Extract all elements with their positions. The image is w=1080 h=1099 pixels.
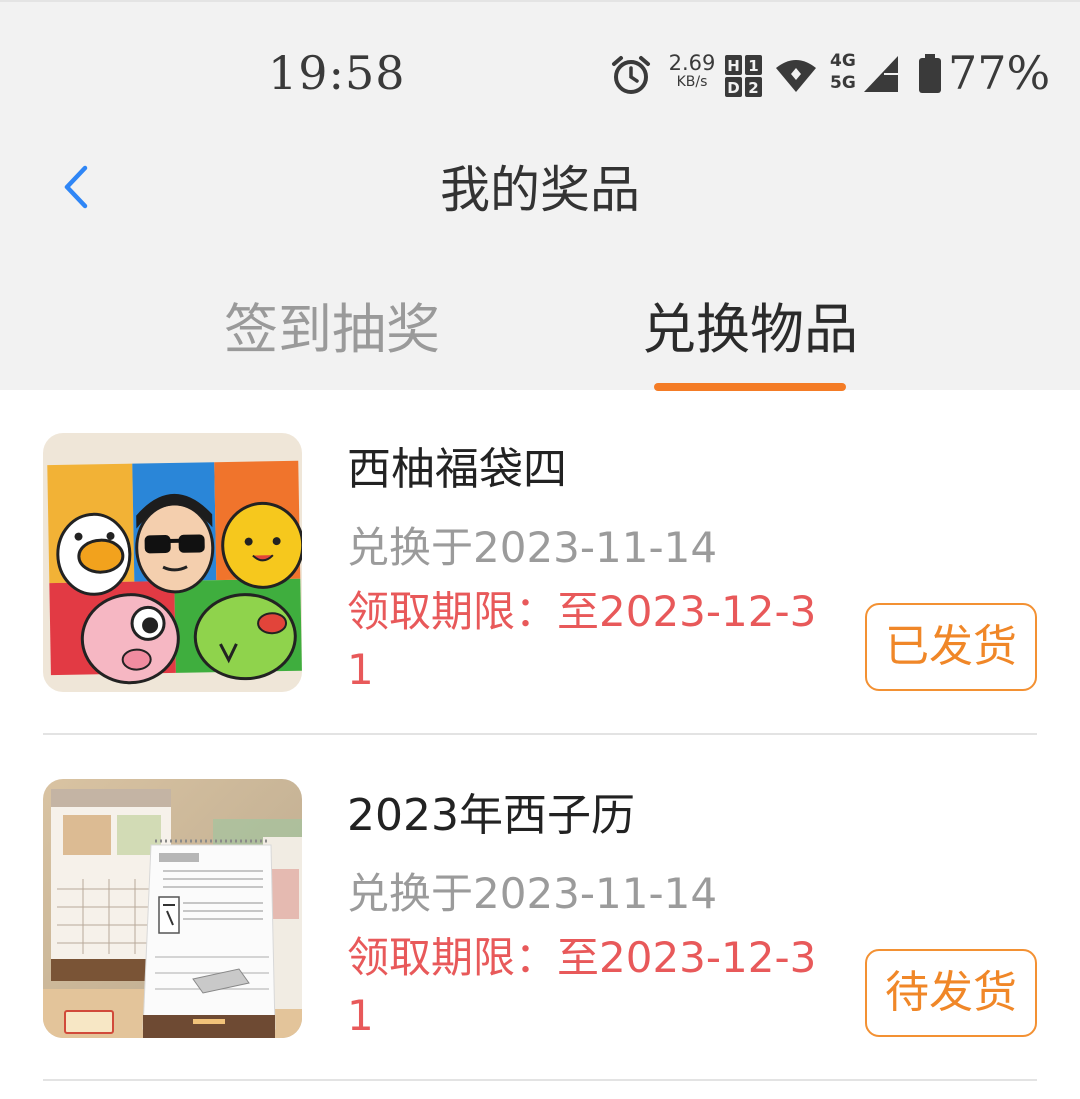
prize-exchange-date: 兑换于2023-11-14 [347, 523, 718, 572]
network-speed: 2.69 KB/s [666, 52, 718, 90]
prize-name: 2023年西子历 [347, 790, 635, 841]
network-type: 4G 5G [830, 50, 864, 94]
tab-exchange-items[interactable]: 兑换物品 [600, 292, 900, 368]
svg-text:D: D [727, 79, 739, 97]
prize-list-item[interactable]: 西柚福袋四 兑换于2023-11-14 领取期限：至2023-12-31 已发货 [0, 389, 1080, 735]
wifi-icon [776, 60, 816, 92]
list-divider [43, 1079, 1037, 1081]
network-speed-unit: KB/s [676, 74, 708, 90]
top-header-area: 19:58 2.69 KB/s H 1 D 2 4G 5G 77% 我的奖品 签… [0, 0, 1080, 391]
desk-calendar-image [43, 779, 302, 1038]
svg-text:H: H [727, 57, 740, 75]
signal-strength-icon [864, 56, 898, 92]
battery-percentage: 77% [948, 46, 1051, 100]
prize-exchange-date: 兑换于2023-11-14 [347, 869, 718, 918]
status-shipped-button[interactable]: 已发货 [865, 603, 1037, 691]
page-title: 我的奖品 [440, 161, 640, 219]
svg-text:1: 1 [748, 57, 758, 75]
tab-checkin-lottery[interactable]: 签到抽奖 [182, 292, 482, 368]
network-speed-value: 2.69 [668, 51, 716, 75]
status-bar-time: 19:58 [268, 46, 406, 100]
app-screen: 19:58 2.69 KB/s H 1 D 2 4G 5G 77% 我的奖品 签… [0, 0, 1080, 1099]
prize-claim-deadline: 领取期限：至2023-12-31 [347, 587, 817, 694]
alarm-icon [612, 56, 650, 94]
battery-icon [919, 54, 941, 93]
prize-claim-deadline: 领取期限：至2023-12-31 [347, 933, 817, 1040]
prize-list-item[interactable]: 2023年西子历 兑换于2023-11-14 领取期限：至2023-12-31 … [0, 735, 1080, 1081]
svg-text:2: 2 [748, 79, 758, 97]
status-pending-button[interactable]: 待发货 [865, 949, 1037, 1037]
prize-image-calendar [43, 779, 302, 1038]
network-type-5g: 5G [830, 73, 856, 93]
dual-sim-icon: H 1 D 2 [725, 55, 762, 97]
cartoon-notebooks-image [43, 433, 302, 692]
network-type-4g: 4G [830, 51, 856, 71]
prize-name: 西柚福袋四 [347, 444, 567, 495]
prize-image-notebooks [43, 433, 302, 692]
